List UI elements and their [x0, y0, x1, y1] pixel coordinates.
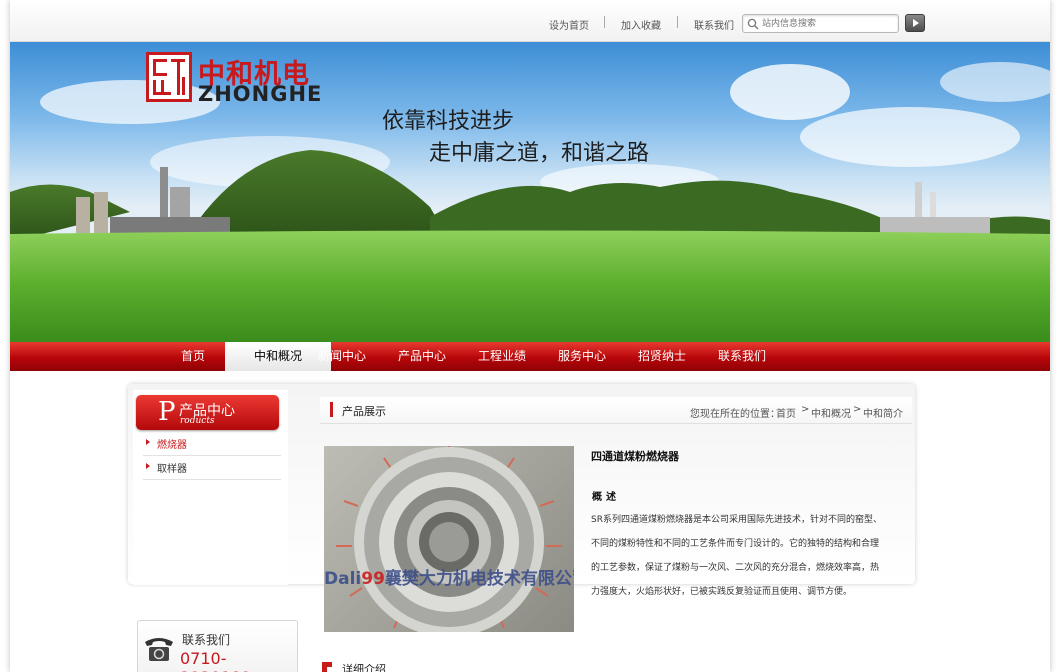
telephone-icon [145, 638, 173, 661]
image-watermark: Dali99襄樊大力机电技术有限公司 [324, 569, 574, 589]
section-header: 产品展示 您现在所在的位置： 首页 > 中和概况 > 中和简介 [320, 397, 912, 424]
search-input[interactable] [762, 17, 894, 30]
logo-english: ZHONGHE [198, 82, 323, 106]
slogan-line-1: 依靠科技进步 [382, 109, 515, 134]
nav-item-careers[interactable]: 招贤纳士 [632, 342, 692, 371]
top-utility-bar: 设为首页 加入收藏 联系我们 [10, 0, 1050, 42]
contact-card: 联系我们 0710-3230182 [137, 620, 298, 672]
add-favorite-link[interactable]: 加入收藏 [621, 17, 661, 32]
nav-item-news[interactable]: 新闻中心 [312, 342, 372, 371]
nav-item-contact[interactable]: 联系我们 [712, 342, 772, 371]
nav-item-products[interactable]: 产品中心 [392, 342, 452, 371]
sidebar-title: P 产品中心 roducts [136, 395, 279, 430]
divider [604, 16, 605, 28]
search-icon [747, 18, 759, 30]
contact-phone: 0710-3230182 [180, 649, 251, 672]
search-submit-button[interactable] [905, 14, 925, 32]
sidebar-title-en: roducts [180, 416, 215, 426]
set-homepage-link[interactable]: 设为首页 [549, 17, 589, 32]
sidebar-item-label: 燃烧器 [157, 440, 187, 451]
contact-us-link[interactable]: 联系我们 [694, 17, 734, 32]
section-marker [330, 402, 333, 417]
sidebar-item-label: 取样器 [157, 464, 187, 475]
square-bullet-icon [322, 662, 332, 672]
arrow-right-icon [146, 463, 150, 469]
search-box [742, 14, 899, 33]
sidebar-title-letter: P [158, 397, 176, 427]
product-title: 四通道煤粉燃烧器 [591, 450, 679, 463]
logo-seal-icon [153, 59, 185, 95]
breadcrumb-about[interactable]: 中和概况 [811, 405, 851, 420]
chevron-right-icon: > [853, 404, 862, 415]
section-title: 产品展示 [342, 405, 386, 418]
breadcrumb-home[interactable]: 首页 [776, 405, 796, 420]
product-image: Dali99襄樊大力机电技术有限公司 [324, 446, 574, 632]
main-navigation: 首页 中和概况 新闻中心 产品中心 工程业绩 服务中心 招贤纳士 联系我们 [10, 342, 1050, 371]
hero-banner: 中和机电 ZHONGHE 依靠科技进步 走中庸之道，和谐之路 [10, 42, 1050, 342]
breadcrumb-intro[interactable]: 中和简介 [863, 405, 903, 420]
arrow-right-icon [146, 439, 150, 445]
nav-item-projects[interactable]: 工程业绩 [472, 342, 532, 371]
nav-item-home[interactable]: 首页 [170, 342, 216, 371]
breadcrumb-prefix: 您现在所在的位置： [690, 409, 780, 420]
product-description: SR系列四通道煤粉燃烧器是本公司采用国际先进技术，针对不同的窑型、不同的煤粉特性… [591, 515, 882, 597]
overview-heading: 概述 [592, 492, 620, 503]
slogan-line-2: 走中庸之道，和谐之路 [429, 141, 650, 166]
logo-mark[interactable] [146, 52, 192, 102]
detail-title: 详细介绍 [342, 663, 386, 672]
burner-illustration [336, 446, 562, 632]
chevron-right-icon: > [801, 404, 810, 415]
nav-item-service[interactable]: 服务中心 [552, 342, 612, 371]
sidebar-item-burner[interactable]: 燃烧器 [143, 432, 281, 456]
divider [677, 16, 678, 28]
contact-title: 联系我们 [182, 633, 231, 647]
sidebar-item-sampler[interactable]: 取样器 [143, 456, 281, 480]
